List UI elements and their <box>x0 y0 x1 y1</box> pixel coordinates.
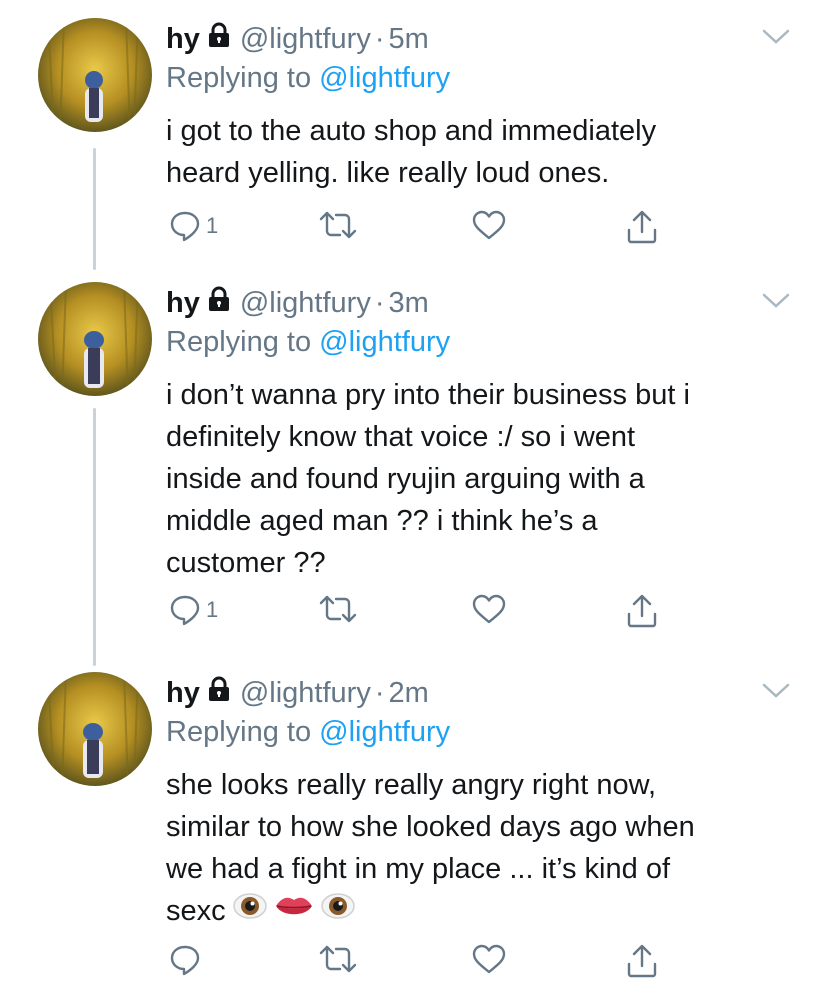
lock-icon <box>208 286 230 320</box>
replying-to-line: Replying to @lightfury <box>166 326 450 359</box>
reply-count: 1 <box>206 597 219 622</box>
separator-dot: · <box>374 286 385 319</box>
reply-button[interactable]: 1 <box>170 210 218 242</box>
share-icon <box>626 594 658 628</box>
like-icon <box>472 944 506 974</box>
reply-button[interactable]: 1 <box>170 594 218 626</box>
tweet-header: hy @lightfury · 5m <box>166 18 429 60</box>
lock-icon <box>208 22 230 56</box>
like-icon <box>472 594 506 624</box>
lock-icon <box>208 676 230 710</box>
reply-button[interactable] <box>170 944 200 976</box>
chevron-down-icon[interactable] <box>762 292 790 315</box>
retweet-icon <box>318 944 358 974</box>
timestamp[interactable]: 3m <box>389 287 429 320</box>
like-button[interactable] <box>472 210 506 240</box>
tweet-3[interactable]: hy @lightfury · 2m Replying to @lightfur… <box>0 672 828 992</box>
avatar[interactable] <box>38 18 152 132</box>
replying-to-label: Replying to <box>166 326 312 358</box>
username-handle[interactable]: @lightfury <box>240 677 371 710</box>
tweet-1[interactable]: hy @lightfury · 5m Replying to @lightfur… <box>0 18 828 268</box>
tweet-2[interactable]: hy @lightfury · 3m Replying to @lightfur… <box>0 282 828 642</box>
eye-emoji <box>320 891 356 933</box>
replying-to-mention[interactable]: @lightfury <box>319 326 450 358</box>
replying-to-mention[interactable]: @lightfury <box>319 62 450 94</box>
username-handle[interactable]: @lightfury <box>240 23 371 56</box>
share-icon <box>626 210 658 244</box>
replying-to-line: Replying to @lightfury <box>166 62 450 95</box>
eye-emoji <box>232 891 268 933</box>
timestamp[interactable]: 2m <box>389 677 429 710</box>
tweet-header: hy @lightfury · 3m <box>166 282 429 324</box>
replying-to-label: Replying to <box>166 62 312 94</box>
action-bar: 1 <box>166 210 666 250</box>
emoji-group <box>232 891 356 933</box>
lips-emoji <box>274 891 314 933</box>
reply-count: 1 <box>206 213 219 238</box>
avatar[interactable] <box>38 282 152 396</box>
separator-dot: · <box>374 676 385 709</box>
like-button[interactable] <box>472 944 506 974</box>
retweet-button[interactable] <box>318 594 358 624</box>
tweet-text: she looks really really angry right now,… <box>166 764 806 933</box>
reply-icon <box>170 210 200 242</box>
replying-to-label: Replying to <box>166 716 312 748</box>
retweet-icon <box>318 210 358 240</box>
reply-icon <box>170 594 200 626</box>
share-button[interactable] <box>626 594 658 628</box>
display-name[interactable]: hy <box>166 677 200 710</box>
tweet-header: hy @lightfury · 2m <box>166 672 429 714</box>
like-button[interactable] <box>472 594 506 624</box>
tweet-text: i got to the auto shop and immediately h… <box>166 115 657 189</box>
share-button[interactable] <box>626 210 658 244</box>
retweet-icon <box>318 594 358 624</box>
action-bar <box>166 944 666 984</box>
reply-icon <box>170 944 200 976</box>
chevron-down-icon[interactable] <box>762 682 790 705</box>
tweet-text: i don’t wanna pry into their business bu… <box>166 379 690 579</box>
display-name[interactable]: hy <box>166 23 200 56</box>
retweet-button[interactable] <box>318 944 358 974</box>
action-bar: 1 <box>166 594 666 634</box>
display-name[interactable]: hy <box>166 287 200 320</box>
retweet-button[interactable] <box>318 210 358 240</box>
timestamp[interactable]: 5m <box>389 23 429 56</box>
chevron-down-icon[interactable] <box>762 28 790 51</box>
share-button[interactable] <box>626 944 658 978</box>
replying-to-mention[interactable]: @lightfury <box>319 716 450 748</box>
avatar[interactable] <box>38 672 152 786</box>
replying-to-line: Replying to @lightfury <box>166 716 450 749</box>
separator-dot: · <box>374 22 385 55</box>
share-icon <box>626 944 658 978</box>
username-handle[interactable]: @lightfury <box>240 287 371 320</box>
like-icon <box>472 210 506 240</box>
